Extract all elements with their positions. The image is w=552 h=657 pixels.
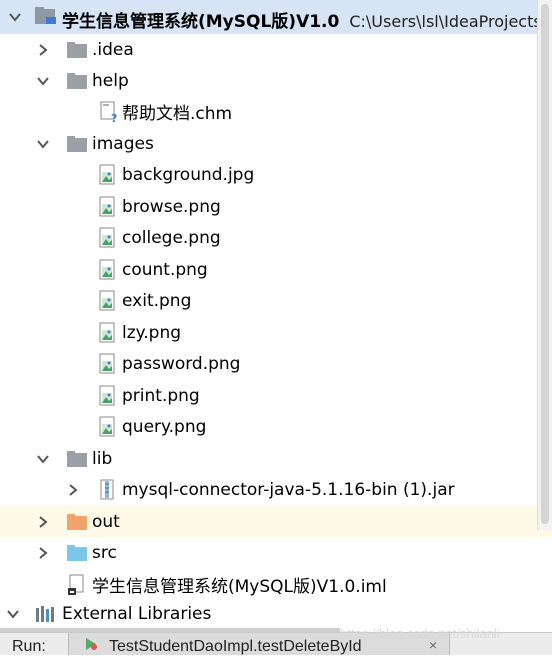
chevron-right-icon[interactable]: [34, 41, 52, 59]
file-label: lzy.png: [122, 322, 182, 343]
folder-label: External Libraries: [62, 604, 212, 624]
project-title: 学生信息管理系统(MySQL版)V1.0 C:\Users\lsl\IdeaPro…: [62, 7, 542, 32]
file-label: 帮助文档.chm: [122, 104, 233, 124]
file-label: background.jpg: [122, 164, 255, 185]
tree-item-help[interactable]: help: [0, 65, 552, 96]
tree-item-lib[interactable]: lib: [0, 443, 552, 474]
tree-item-external-libraries[interactable]: External Libraries: [0, 600, 552, 628]
tree-item-image-file[interactable]: print.png: [0, 380, 552, 411]
chevron-down-icon[interactable]: [34, 135, 52, 153]
image-file-icon: [98, 259, 116, 281]
tree-item-iml[interactable]: 学生信息管理系统(MySQL版)V1.0.iml: [0, 569, 552, 600]
library-icon: [34, 604, 56, 624]
project-name: 学生信息管理系统(MySQL版)V1.0: [62, 12, 340, 32]
file-label: print.png: [122, 385, 200, 406]
folder-label: src: [92, 542, 117, 563]
image-file-icon: [98, 385, 116, 407]
image-file-icon: [98, 290, 116, 312]
tree-root-row[interactable]: 学生信息管理系统(MySQL版)V1.0 C:\Users\lsl\IdeaPro…: [0, 0, 552, 34]
tree-item-idea[interactable]: .idea: [0, 34, 552, 65]
tree-item-image-file[interactable]: background.jpg: [0, 159, 552, 190]
tree-item-image-file[interactable]: college.png: [0, 222, 552, 253]
chevron-down-icon[interactable]: [6, 8, 24, 26]
tree-item-image-file[interactable]: query.png: [0, 411, 552, 442]
folder-label: images: [92, 133, 154, 154]
tree-item-images[interactable]: images: [0, 128, 552, 159]
folder-icon: [66, 135, 88, 153]
file-label: count.png: [122, 259, 208, 280]
folder-icon: [66, 72, 88, 90]
chevron-right-icon[interactable]: [34, 513, 52, 531]
output-folder-icon: [66, 513, 88, 531]
image-file-icon: [98, 196, 116, 218]
folder-label: help: [92, 70, 129, 91]
chevron-right-icon[interactable]: [64, 481, 82, 499]
tree-item-image-file[interactable]: count.png: [0, 254, 552, 285]
chevron-down-icon[interactable]: [34, 450, 52, 468]
image-file-icon: [98, 416, 116, 438]
help-file-icon: ?: [98, 101, 120, 123]
image-file-icon: [98, 227, 116, 249]
watermark-text: https://blog.csdn.net/shilanli: [340, 626, 500, 641]
jar-archive-icon: [98, 479, 116, 501]
image-file-icon: [98, 322, 116, 344]
file-label: mysql-connector-java-5.1.16-bin (1).jar: [122, 479, 455, 500]
tree-item-image-file[interactable]: lzy.png: [0, 317, 552, 348]
file-label: browse.png: [122, 196, 221, 217]
tree-item-src[interactable]: src: [0, 537, 552, 568]
tree-item-image-file[interactable]: browse.png: [0, 191, 552, 222]
vertical-scrollbar[interactable]: [537, 0, 552, 530]
module-file-icon: [66, 574, 86, 596]
file-label: query.png: [122, 416, 207, 437]
chevron-right-icon[interactable]: [34, 544, 52, 562]
tree-item-image-file[interactable]: exit.png: [0, 285, 552, 316]
image-file-icon: [98, 164, 116, 186]
project-path: C:\Users\lsl\IdeaProjects: [349, 12, 542, 31]
file-label: college.png: [122, 227, 221, 248]
svg-text:?: ?: [111, 112, 117, 123]
tree-item-help-file[interactable]: ? 帮助文档.chm: [0, 96, 552, 127]
scrollbar-thumb[interactable]: [541, 4, 549, 524]
tree-item-jar[interactable]: mysql-connector-java-5.1.16-bin (1).jar: [0, 474, 552, 505]
folder-label: lib: [92, 448, 113, 469]
run-tab-label: TestStudentDaoImpl.testDeleteById: [109, 638, 362, 655]
run-label: Run:: [12, 638, 46, 655]
folder-icon: [66, 41, 88, 59]
folder-icon: [66, 450, 88, 468]
image-file-icon: [98, 353, 116, 375]
folder-label: .idea: [92, 39, 134, 60]
tree-item-image-file[interactable]: password.png: [0, 348, 552, 379]
file-label: password.png: [122, 353, 241, 374]
file-label: 学生信息管理系统(MySQL版)V1.0.iml: [92, 577, 387, 597]
chevron-down-icon[interactable]: [34, 72, 52, 90]
project-folder-icon: [34, 6, 58, 26]
file-label: exit.png: [122, 290, 192, 311]
tree-item-out[interactable]: out: [0, 506, 552, 537]
chevron-down-icon[interactable]: [4, 605, 22, 623]
source-folder-icon: [66, 544, 88, 562]
folder-label: out: [92, 511, 120, 532]
